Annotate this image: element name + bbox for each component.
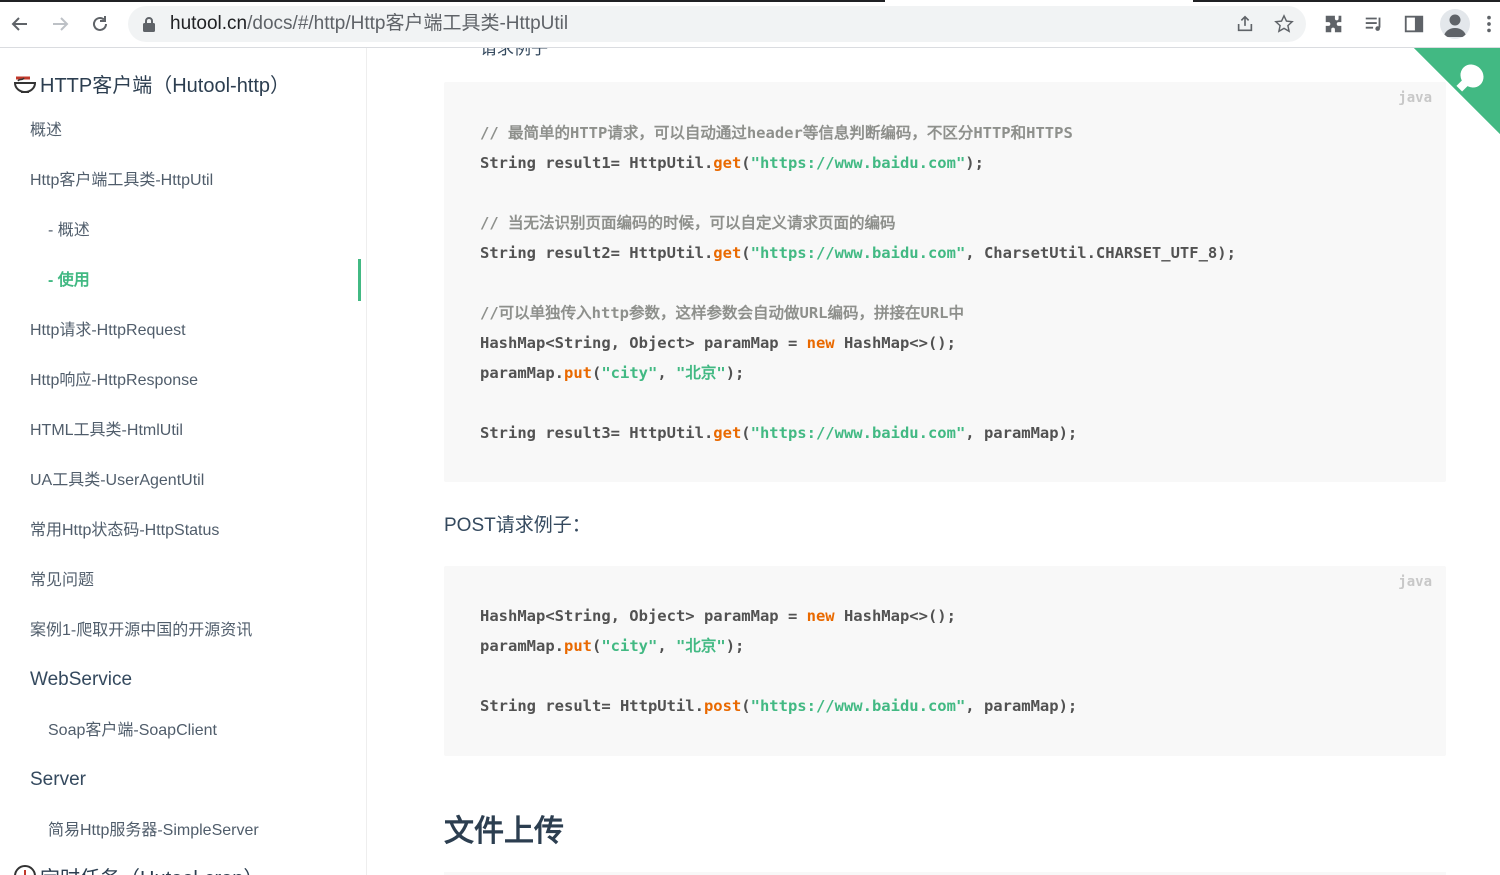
sidebar-item-faq[interactable]: 常见问题 (30, 570, 94, 592)
media-control-button[interactable] (1362, 12, 1386, 36)
playlist-icon (1365, 17, 1381, 31)
back-arrow-icon (11, 17, 27, 31)
forward-button[interactable] (46, 10, 74, 38)
url-domain: hutool.cn (170, 13, 248, 34)
github-corner-icon[interactable] (1414, 48, 1500, 134)
sidebar-item-webservice[interactable]: WebService (30, 669, 132, 691)
sidebar-section-header[interactable]: HTTP客户端（Hutool-http） (12, 68, 290, 98)
kebab-menu-icon (1487, 15, 1491, 33)
sidebar-subitem-soapclient[interactable]: Soap客户端-SoapClient (48, 720, 217, 742)
reload-button[interactable] (86, 10, 114, 38)
sidebar-item-httpstatus[interactable]: 常用Http状态码-HttpStatus (30, 520, 219, 542)
sidebar-subitem-usage[interactable]: - 使用 (48, 270, 90, 292)
tab-strip-edge (0, 0, 1500, 2)
url-path: /docs/#/http/Http客户端工具类-HttpUtil (247, 13, 569, 34)
code-line: paramMap.put("city", "北京"); (480, 637, 745, 655)
code-comment: //可以单独传入http参数，这样参数会自动做URL编码，拼接在URL中 (480, 304, 964, 322)
url-text[interactable]: hutool.cn/docs/#/http/Http客户端工具类-HttpUti… (170, 12, 568, 36)
bookmark-button[interactable] (1273, 13, 1295, 35)
code-line: String result2= HttpUtil.get("https://ww… (480, 244, 1236, 262)
code-comment: // 当无法识别页面编码的时候，可以自定义请求页面的编码 (480, 214, 896, 232)
extensions-button[interactable] (1322, 12, 1346, 36)
post-example-label: POST请求例子： (444, 515, 591, 536)
previous-heading-cut: 请求例子 (480, 48, 548, 59)
code-line: String result= HttpUtil.post("https://ww… (480, 697, 1078, 715)
forward-arrow-icon (53, 17, 69, 31)
lock-icon (143, 17, 155, 32)
noodle-bowl-icon (13, 76, 37, 93)
code-line: HashMap<String, Object> paramMap = new H… (480, 607, 956, 625)
code-line: String result1= HttpUtil.get("https://ww… (480, 154, 984, 172)
share-icon (1237, 15, 1253, 32)
code-line: paramMap.put("city", "北京"); (480, 364, 745, 382)
code-line: String result3= HttpUtil.get("https://ww… (480, 424, 1078, 442)
sidebar-item-httprequest[interactable]: Http请求-HttpRequest (30, 320, 186, 342)
browser-menu-button[interactable] (1482, 12, 1496, 36)
back-button[interactable] (6, 10, 34, 38)
docs-sidebar: HTTP客户端（Hutool-http） 概述 Http客户端工具类-HttpU… (0, 48, 367, 875)
active-item-indicator (358, 259, 361, 301)
star-icon (1274, 14, 1294, 33)
sidebar-subitem-simpleserver[interactable]: 简易Http服务器-SimpleServer (48, 820, 259, 842)
sidebar-next-section-header[interactable]: 定时任务（Hutool-cron） (12, 865, 263, 875)
sidebar-item-httpresponse[interactable]: Http响应-HttpResponse (30, 370, 198, 392)
sidebar-item-httputil[interactable]: Http客户端工具类-HttpUtil (30, 170, 213, 192)
side-panel-icon (1404, 15, 1424, 33)
person-icon (1444, 14, 1466, 37)
sidebar-item-server[interactable]: Server (30, 769, 86, 791)
profile-avatar[interactable] (1440, 9, 1470, 39)
code-block-get[interactable]: java // 最简单的HTTP请求，可以自动通过header等信息判断编码，不… (444, 82, 1446, 482)
section-heading-file-upload: 文件上传 (444, 815, 564, 848)
docs-content: 请求例子 java // 最简单的HTTP请求，可以自动通过header等信息判… (368, 48, 1500, 875)
sidebar-subitem-overview[interactable]: - 概述 (48, 220, 90, 242)
sidebar-item-case1[interactable]: 案例1-爬取开源中国的开源资讯 (30, 620, 252, 642)
browser-toolbar: hutool.cn/docs/#/http/Http客户端工具类-HttpUti… (0, 0, 1500, 48)
code-line: HashMap<String, Object> paramMap = new H… (480, 334, 956, 352)
code-comment: // 最简单的HTTP请求，可以自动通过header等信息判断编码，不区分HTT… (480, 124, 1073, 142)
address-bar[interactable]: hutool.cn/docs/#/http/Http客户端工具类-HttpUti… (128, 6, 1306, 42)
sidebar-item-useragentutil[interactable]: UA工具类-UserAgentUtil (30, 470, 204, 492)
sidebar-item-htmlutil[interactable]: HTML工具类-HtmlUtil (30, 420, 183, 442)
reload-icon (93, 16, 107, 31)
code-language-label: java (1398, 574, 1432, 590)
side-panel-button[interactable] (1402, 12, 1426, 36)
puzzle-icon (1325, 15, 1342, 33)
sidebar-item-overview[interactable]: 概述 (30, 120, 62, 142)
code-block-post[interactable]: java HashMap<String, Object> paramMap = … (444, 566, 1446, 756)
sidebar-header-label: HTTP客户端（Hutool-http） (40, 74, 291, 97)
sidebar-next-section-label: 定时任务（Hutool-cron） (40, 862, 263, 875)
share-button[interactable] (1234, 13, 1256, 35)
clock-icon (14, 865, 36, 875)
